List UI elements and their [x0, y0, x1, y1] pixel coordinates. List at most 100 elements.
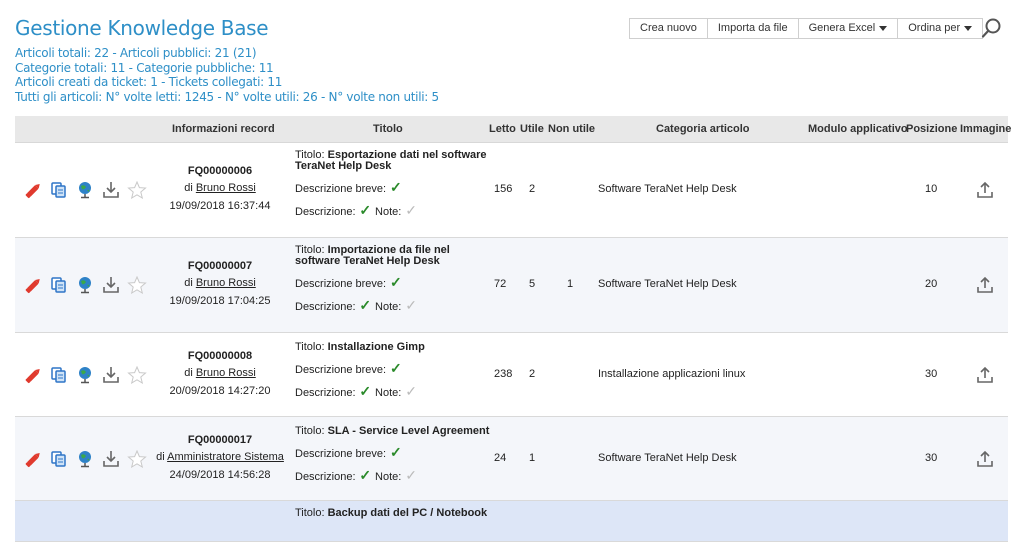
article-category: Software TeraNet Help Desk — [598, 451, 737, 464]
upload-image-icon[interactable] — [975, 276, 995, 294]
publish-globe-icon[interactable] — [75, 276, 95, 294]
notes-label: Note: — [375, 471, 402, 483]
desc-line: Descrizione: ✓ Note: ✓ — [295, 383, 495, 399]
upload-image-icon[interactable] — [975, 450, 995, 468]
col-read[interactable]: Letto — [489, 116, 516, 142]
col-category[interactable]: Categoria articolo — [656, 116, 750, 142]
col-title[interactable]: Titolo — [373, 116, 403, 142]
check-icon: ✓ — [386, 360, 402, 376]
record-code: FQ00000017 — [187, 433, 253, 446]
favorite-star-icon[interactable] — [127, 180, 147, 200]
position-value: 30 — [925, 367, 938, 380]
favorite-star-icon[interactable] — [127, 449, 147, 468]
table-header: Informazioni record Titolo Letto Utile N… — [15, 116, 1011, 143]
title-text: SLA - Service Level Agreement — [327, 425, 490, 437]
kb-table: Informazioni record Titolo Letto Utile N… — [15, 116, 1011, 542]
by-label: di — [184, 277, 193, 289]
record-info: FQ00000008 di Bruno Rossi 20/09/2018 14:27… — [145, 350, 295, 397]
short-desc-label: Descrizione breve: — [295, 183, 387, 195]
check-icon: ✓ — [355, 383, 376, 399]
article-category: Software TeraNet Help Desk — [598, 278, 737, 290]
copy-icon[interactable] — [49, 181, 69, 199]
col-info[interactable]: Informazioni record — [172, 116, 275, 142]
new-button[interactable]: Crea nuovo — [629, 18, 708, 39]
download-icon[interactable] — [101, 450, 121, 468]
author-link[interactable]: Bruno Rossi — [196, 277, 256, 289]
table-row[interactable]: FQ00000007 di Bruno Rossi 19/09/2018 17:04… — [15, 238, 1008, 333]
edit-icon[interactable] — [23, 181, 43, 199]
record-author-line: di Bruno Rossi — [145, 367, 295, 379]
edit-icon[interactable] — [23, 366, 43, 384]
desc-label: Descrizione: — [295, 387, 356, 399]
sort-label: Ordina per — [908, 22, 961, 34]
copy-icon[interactable] — [49, 450, 69, 468]
author-link[interactable]: Amministratore Sistema — [167, 451, 284, 463]
publish-globe-icon[interactable] — [75, 450, 95, 468]
notes-label: Note: — [375, 301, 402, 313]
row-actions — [23, 275, 153, 295]
publish-globe-icon[interactable] — [75, 181, 95, 199]
stats-line: Categorie totali: 11 - Categorie pubblic… — [15, 60, 274, 75]
title-text: Installazione Gimp — [327, 341, 425, 353]
edit-icon[interactable] — [23, 276, 43, 294]
copy-icon[interactable] — [49, 276, 69, 294]
record-date: 19/09/2018 17:04:25 — [169, 295, 271, 307]
check-icon: ✓ — [386, 274, 402, 290]
check-icon: ✓ — [355, 297, 376, 313]
col-not-useful[interactable]: Non utile — [548, 116, 595, 142]
author-link[interactable]: Bruno Rossi — [196, 182, 256, 194]
check-muted-icon: ✓ — [401, 297, 417, 313]
short-desc-line: Descrizione breve: ✓ — [295, 445, 495, 460]
excel-label: Genera Excel — [808, 22, 876, 34]
sort-dropdown[interactable]: Ordina per — [897, 18, 984, 39]
check-muted-icon: ✓ — [401, 383, 417, 399]
title-text: Backup dati del PC / Notebook — [327, 507, 488, 519]
table-row[interactable]: FQ00000008 di Bruno Rossi 20/09/2018 14:27… — [15, 333, 1008, 417]
publish-globe-icon[interactable] — [75, 366, 95, 384]
article-title: Titolo: SLA - Service Level Agreement — [295, 426, 495, 437]
check-icon: ✓ — [386, 179, 402, 195]
favorite-star-icon[interactable] — [127, 275, 147, 295]
record-author-line: di Bruno Rossi — [145, 277, 295, 289]
table-row[interactable]: Titolo: Backup dati del PC / Notebook — [15, 501, 1008, 542]
desc-label: Descrizione: — [295, 471, 356, 483]
desc-line: Descrizione: ✓ Note: ✓ — [295, 203, 495, 218]
useful-count: 2 — [529, 367, 536, 380]
download-icon[interactable] — [101, 276, 121, 294]
download-icon[interactable] — [101, 181, 121, 199]
table-row[interactable]: FQ00000017 di Amministratore Sistema 24/09… — [15, 417, 1008, 501]
record-info: FQ00000007 di Bruno Rossi 19/09/2018 17:04… — [145, 260, 295, 307]
excel-dropdown[interactable]: Genera Excel — [797, 18, 899, 39]
col-image[interactable]: Immagine — [960, 116, 1011, 142]
row-actions — [23, 449, 153, 468]
article-title: Titolo: Installazione Gimp — [295, 342, 495, 353]
useful-count: 1 — [529, 451, 536, 464]
article-title-block: Titolo: Esportazione dati nel software T… — [295, 150, 495, 218]
short-desc-label: Descrizione breve: — [295, 448, 387, 460]
edit-icon[interactable] — [23, 450, 43, 468]
stats-line: Tutti gli articoli: N° volte letti: 1245… — [15, 89, 439, 104]
author-link[interactable]: Bruno Rossi — [196, 367, 256, 379]
row-actions — [23, 365, 153, 384]
col-module[interactable]: Modulo applicativo — [808, 116, 908, 142]
check-icon: ✓ — [355, 467, 376, 483]
upload-image-icon[interactable] — [975, 181, 995, 199]
copy-icon[interactable] — [49, 366, 69, 384]
title-prefix: Titolo: — [295, 341, 325, 353]
search-icon[interactable] — [981, 17, 1003, 39]
col-position[interactable]: Posizione — [906, 116, 957, 142]
table-row[interactable]: FQ00000006 di Bruno Rossi 19/09/2018 16:37… — [15, 143, 1008, 238]
stats-line: Articoli totali: 22 - Articoli pubblici:… — [15, 46, 257, 60]
upload-image-icon[interactable] — [975, 366, 995, 384]
import-button[interactable]: Importa da file — [706, 18, 799, 39]
article-title: Titolo: Esportazione dati nel software T… — [295, 150, 495, 172]
article-title-block: Titolo: Installazione Gimp Descrizione br… — [295, 342, 495, 399]
favorite-star-icon[interactable] — [127, 365, 147, 384]
desc-label: Descrizione: — [295, 206, 356, 218]
article-title-block: Titolo: SLA - Service Level Agreement Des… — [295, 426, 495, 483]
article-category: Software TeraNet Help Desk — [598, 183, 737, 195]
download-icon[interactable] — [101, 366, 121, 384]
position-value: 10 — [925, 183, 938, 195]
col-useful[interactable]: Utile — [520, 116, 544, 142]
useful-count: 2 — [529, 183, 536, 195]
